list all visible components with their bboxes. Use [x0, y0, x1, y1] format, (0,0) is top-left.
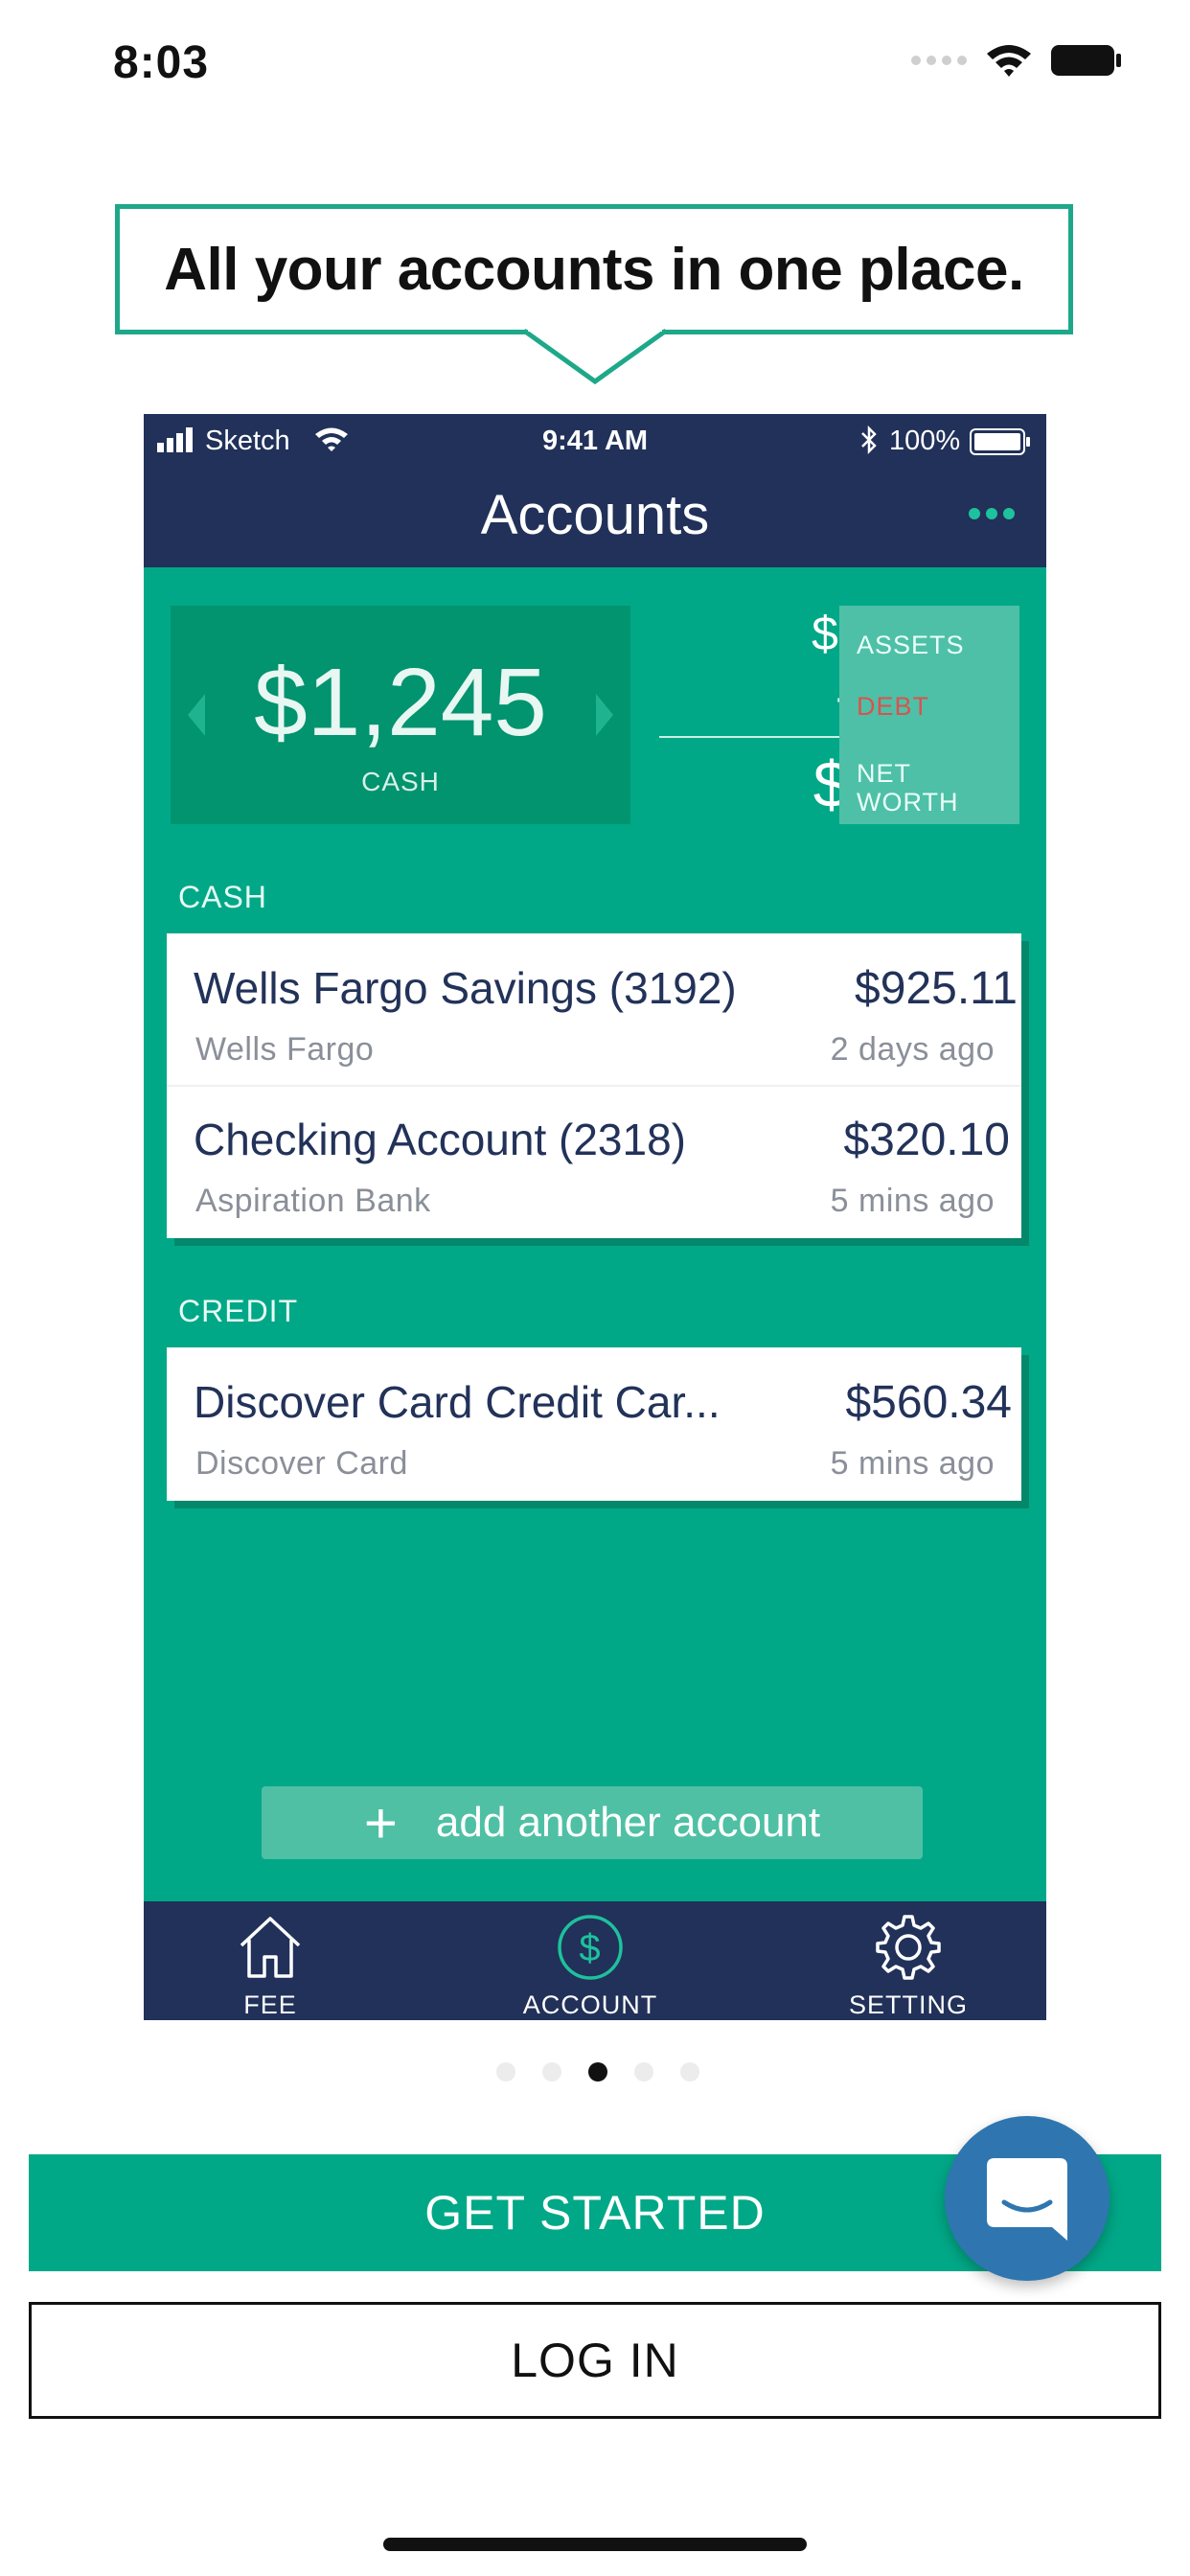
cash-label: CASH — [361, 767, 440, 796]
chat-launcher-button[interactable] — [945, 2116, 1110, 2281]
phone-battery-text: 100% — [889, 426, 961, 456]
page-dot[interactable] — [542, 2062, 561, 2082]
account-title: Discover Card Credit Car... — [194, 1377, 721, 1427]
net-label: NET — [857, 759, 911, 788]
page-dot[interactable] — [634, 2062, 653, 2082]
callout-banner: All your accounts in one place. — [115, 204, 1073, 334]
phone-header: Sketch 9:41 AM 100% Accounts — [144, 414, 1046, 567]
section-cash-heading: CASH — [178, 880, 267, 914]
summary-labels: ASSETS DEBT NET WORTH — [839, 606, 1019, 824]
account-title: Wells Fargo Savings (3192) — [194, 963, 737, 1013]
tab-label: SETTING — [848, 1990, 968, 2019]
tab-label: FEE — [243, 1990, 297, 2019]
cash-summary-card[interactable]: $1,245 CASH — [171, 606, 630, 824]
account-updated: 2 days ago — [830, 1031, 995, 1068]
status-indicators — [910, 42, 1123, 79]
page-indicator — [496, 2062, 699, 2082]
chat-icon — [987, 2158, 1067, 2241]
callout-text: All your accounts in one place. — [164, 236, 1024, 303]
callout-tail — [524, 328, 666, 385]
account-bank: Discover Card — [195, 1445, 408, 1482]
add-account-label: add another account — [435, 1799, 821, 1846]
add-account-button[interactable]: + add another account — [262, 1786, 923, 1859]
worth-label: WORTH — [857, 788, 959, 816]
phone-preview: Sketch 9:41 AM 100% Accounts $1,245 CASH… — [144, 414, 1046, 2020]
home-indicator — [383, 2538, 807, 2551]
dollar-circle-icon: $ — [558, 1915, 623, 1980]
account-row-discover[interactable]: Discover Card Credit Car... Discover Car… — [167, 1347, 1021, 1499]
svg-text:$: $ — [579, 1927, 601, 1969]
page-dot[interactable] — [496, 2062, 515, 2082]
tab-bar: FEE $ ACCOUNT SETTING — [144, 1901, 1046, 2020]
cash-accounts-card: Wells Fargo Savings (3192) Wells Fargo $… — [167, 933, 1021, 1238]
tab-setting[interactable]: SETTING — [793, 1913, 1023, 2020]
phone-title: Accounts — [480, 484, 710, 546]
bluetooth-icon — [861, 426, 877, 454]
login-button[interactable]: LOG IN — [29, 2302, 1161, 2419]
more-options-icon[interactable] — [968, 506, 1016, 521]
plus-icon: + — [363, 1790, 398, 1855]
credit-accounts-card: Discover Card Credit Car... Discover Car… — [167, 1347, 1021, 1501]
tab-account[interactable]: $ ACCOUNT — [475, 1913, 705, 2020]
assets-label: ASSETS — [857, 631, 965, 659]
signal-dots-icon — [911, 56, 967, 65]
battery-icon — [1051, 45, 1121, 76]
section-credit-heading: CREDIT — [178, 1294, 299, 1328]
account-row-checking[interactable]: Checking Account (2318) Aspiration Bank … — [167, 1085, 1021, 1236]
account-title: Checking Account (2318) — [194, 1115, 686, 1164]
tab-fee[interactable]: FEE — [155, 1913, 385, 2020]
gear-icon — [876, 1915, 941, 1980]
phone-battery-icon — [970, 428, 1030, 455]
account-updated: 5 mins ago — [830, 1445, 995, 1482]
account-amount: $925.11 — [855, 963, 1018, 1014]
wifi-icon — [987, 45, 1031, 77]
account-bank: Aspiration Bank — [195, 1183, 431, 1219]
account-row-wells-fargo[interactable]: Wells Fargo Savings (3192) Wells Fargo $… — [167, 933, 1021, 1085]
chevron-right-icon[interactable] — [594, 694, 615, 736]
status-time: 8:03 — [113, 37, 210, 88]
debt-label: DEBT — [857, 692, 930, 721]
home-icon — [240, 1917, 301, 1978]
page-dot-active[interactable] — [588, 2062, 607, 2082]
page-dot[interactable] — [680, 2062, 699, 2082]
cash-amount: $1,245 — [254, 649, 547, 756]
account-bank: Wells Fargo — [195, 1031, 375, 1068]
account-amount: $320.10 — [843, 1115, 1010, 1165]
phone-status-bar: Sketch 9:41 AM 100% — [144, 414, 1046, 472]
account-amount: $560.34 — [845, 1377, 1012, 1428]
account-updated: 5 mins ago — [830, 1183, 995, 1219]
tab-label: ACCOUNT — [522, 1990, 658, 2019]
